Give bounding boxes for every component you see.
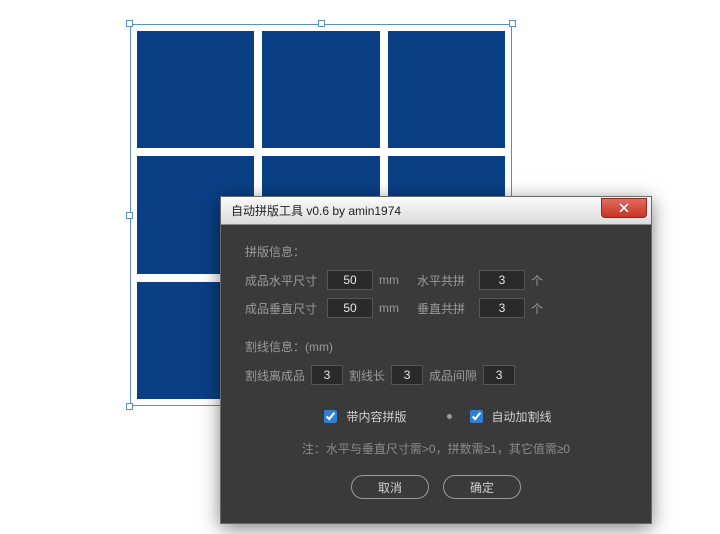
tile (262, 31, 379, 148)
chk-auto-cutline-label: 自动加割线 (492, 408, 552, 425)
vcount-input[interactable] (479, 298, 525, 318)
tile (388, 31, 505, 148)
hcount-label: 水平共拼 (417, 272, 479, 289)
dialog-auto-impose: 自动拼版工具 v0.6 by amin1974 拼版信息： 成品水平尺寸 mm … (220, 196, 652, 524)
hcount-input[interactable] (479, 270, 525, 290)
dialog-body: 拼版信息： 成品水平尺寸 mm 水平共拼 个 成品垂直尺寸 mm 垂直共拼 个 … (221, 225, 651, 523)
gap-label: 成品间隙 (429, 367, 477, 384)
vsize-unit: mm (373, 301, 401, 315)
section-impose-title: 拼版信息： (245, 243, 627, 260)
chk-auto-cutline-input[interactable] (470, 410, 483, 423)
cut-len-input[interactable] (391, 365, 423, 385)
checkbox-row: 带内容拼版 自动加割线 (245, 407, 627, 426)
selection-handle-tr[interactable] (509, 20, 516, 27)
hcount-unit: 个 (525, 272, 543, 289)
hsize-unit: mm (373, 273, 401, 287)
cut-dist-label: 割线离成品 (245, 367, 305, 384)
cut-dist-input[interactable] (311, 365, 343, 385)
hsize-input[interactable] (327, 270, 373, 290)
selection-handle-ml[interactable] (126, 212, 133, 219)
chk-with-content-label: 带内容拼版 (346, 408, 406, 425)
gap-input[interactable] (483, 365, 515, 385)
ok-button[interactable]: 确定 (443, 475, 521, 499)
close-button[interactable] (601, 198, 647, 218)
dialog-title: 自动拼版工具 v0.6 by amin1974 (231, 202, 401, 219)
chk-with-content[interactable]: 带内容拼版 (320, 407, 406, 426)
row-cut: 割线离成品 割线长 成品间隙 (245, 365, 627, 385)
row-vsize: 成品垂直尺寸 mm 垂直共拼 个 (245, 298, 627, 318)
tile (137, 31, 254, 148)
vcount-label: 垂直共拼 (417, 300, 479, 317)
cut-len-label: 割线长 (349, 367, 385, 384)
selection-handle-tc[interactable] (318, 20, 325, 27)
hsize-label: 成品水平尺寸 (245, 272, 327, 289)
hint-note: 注：水平与垂直尺寸需>0，拼数需≥1，其它值需≥0 (245, 440, 627, 457)
chk-auto-cutline[interactable]: 自动加割线 (466, 407, 552, 426)
selection-handle-bl[interactable] (126, 403, 133, 410)
vcount-unit: 个 (525, 300, 543, 317)
button-row: 取消 确定 (245, 475, 627, 499)
section-cut-title: 割线信息：(mm) (245, 338, 627, 355)
close-icon (619, 203, 629, 213)
cancel-button[interactable]: 取消 (351, 475, 429, 499)
vsize-label: 成品垂直尺寸 (245, 300, 327, 317)
selection-handle-tl[interactable] (126, 20, 133, 27)
vsize-input[interactable] (327, 298, 373, 318)
separator-dot (447, 414, 452, 419)
chk-with-content-input[interactable] (324, 410, 337, 423)
row-hsize: 成品水平尺寸 mm 水平共拼 个 (245, 270, 627, 290)
dialog-titlebar[interactable]: 自动拼版工具 v0.6 by amin1974 (221, 197, 651, 225)
